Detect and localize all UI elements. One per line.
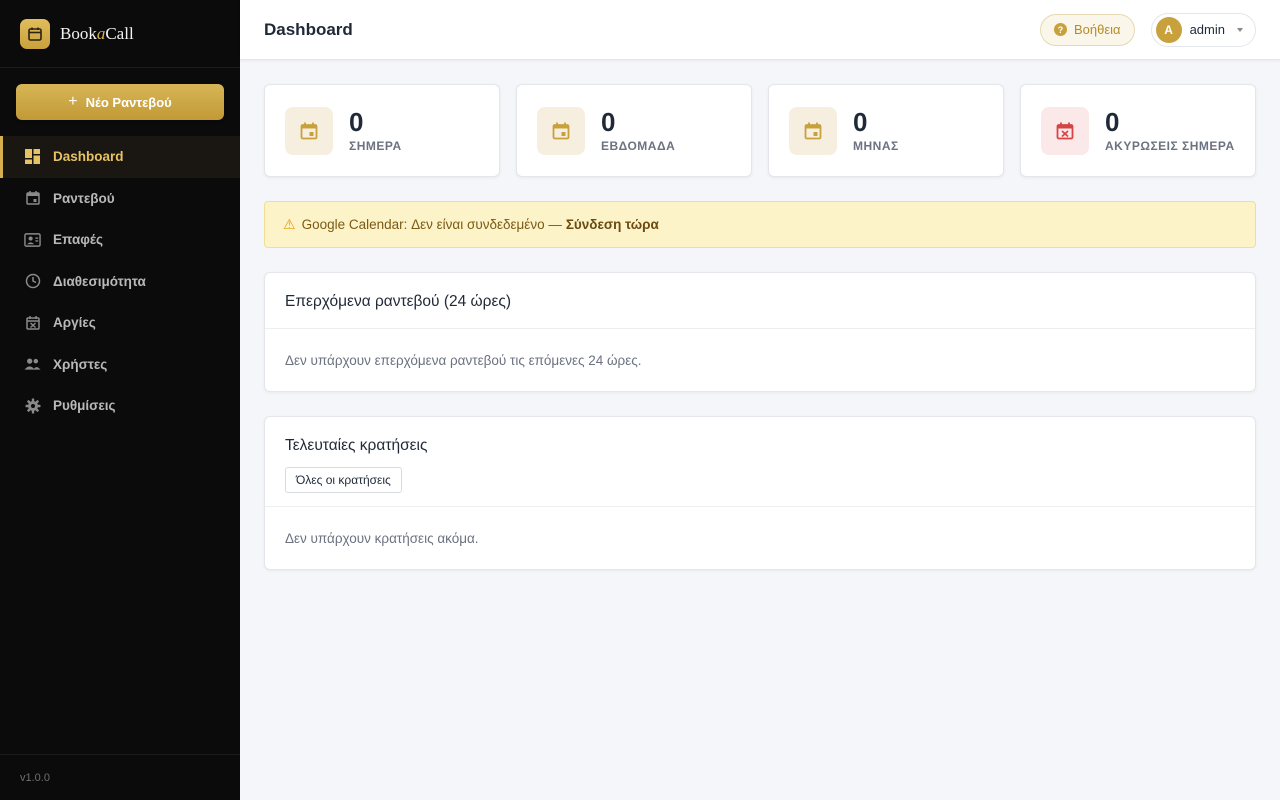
stat-card-today: 0 ΣΗΜΕΡΑ <box>264 84 500 177</box>
stat-card-month: 0 ΜΗΝΑΣ <box>768 84 1004 177</box>
avatar: A <box>1155 16 1182 43</box>
sidebar-item-label: Ρυθμίσεις <box>53 398 116 414</box>
stat-card-cancellations: 0 ΑΚΥΡΩΣΕΙΣ ΣΗΜΕΡΑ <box>1020 84 1256 177</box>
sidebar-item-contacts[interactable]: Επαφές <box>0 219 240 261</box>
brand-name-suffix: Call <box>105 23 134 43</box>
sidebar-item-dashboard[interactable]: Dashboard <box>0 136 240 178</box>
sidebar-item-users[interactable]: Χρήστες <box>0 344 240 386</box>
calendar-icon <box>537 106 585 155</box>
sidebar-item-label: Αργίες <box>53 315 96 331</box>
top-bar: Dashboard ? Βοήθεια A admin <box>240 0 1280 60</box>
brand-logo-icon <box>20 18 50 49</box>
calendar-icon <box>24 190 41 207</box>
sidebar-item-availability[interactable]: Διαθεσιμότητα <box>0 261 240 303</box>
main-area: Dashboard ? Βοήθεια A admin 0 ΣΗΜΕΡΑ 0 Ε… <box>240 0 1280 800</box>
stats-row: 0 ΣΗΜΕΡΑ 0 ΕΒΔΟΜΑΔΑ 0 ΜΗΝΑΣ 0 ΑΚΥΡΩΣΕΙΣ … <box>264 84 1256 177</box>
empty-state-text: Δεν υπάρχουν επερχόμενα ραντεβού τις επό… <box>285 352 642 368</box>
sidebar-item-label: Επαφές <box>53 232 104 248</box>
new-appointment-label: Νέο Ραντεβού <box>85 94 172 110</box>
user-menu-button[interactable]: A admin <box>1150 12 1256 47</box>
help-label: Βοήθεια <box>1074 22 1121 37</box>
panel-title: Τελευταίες κρατήσεις <box>285 437 428 454</box>
stat-value: 0 <box>349 106 364 137</box>
empty-state-text: Δεν υπάρχουν κρατήσεις ακόμα. <box>285 530 479 546</box>
calendar-icon <box>789 106 837 155</box>
stat-label: ΜΗΝΑΣ <box>853 139 899 154</box>
panel-header: Επερχόμενα ραντεβού (24 ώρες) <box>265 273 1255 329</box>
sidebar-item-label: Dashboard <box>53 149 124 165</box>
calendar-warning-alert: ⚠ Google Calendar: Δεν είναι συνδεδεμένο… <box>264 201 1256 248</box>
question-icon: ? <box>1054 23 1068 36</box>
recent-bookings-panel: Τελευταίες κρατήσεις Όλες οι κρατήσεις Δ… <box>264 416 1256 570</box>
brand-name-prefix: Book <box>60 23 97 43</box>
sidebar-item-label: Ραντεβού <box>53 190 115 206</box>
sidebar-item-label: Χρήστες <box>53 356 108 372</box>
clock-icon <box>24 273 41 290</box>
warning-icon: ⚠ <box>283 216 296 232</box>
app-root: BookaCall + Νέο Ραντεβού Dashboard Ραντε… <box>0 0 1280 800</box>
app-version: v1.0.0 <box>0 754 240 800</box>
panel-header: Τελευταίες κρατήσεις Όλες οι κρατήσεις <box>265 417 1255 507</box>
stat-label: ΕΒΔΟΜΑΔΑ <box>601 139 676 154</box>
all-bookings-button[interactable]: Όλες οι κρατήσεις <box>285 467 402 493</box>
users-icon <box>24 356 41 373</box>
user-name: admin <box>1189 22 1225 37</box>
calendar-icon <box>285 106 333 155</box>
calendar-x-icon <box>1041 106 1089 155</box>
brand-name: BookaCall <box>60 24 134 44</box>
stat-card-week: 0 ΕΒΔΟΜΑΔΑ <box>516 84 752 177</box>
stat-value: 0 <box>853 106 868 137</box>
stat-label: ΣΗΜΕΡΑ <box>349 139 402 154</box>
upcoming-appointments-panel: Επερχόμενα ραντεβού (24 ώρες) Δεν υπάρχο… <box>264 272 1256 392</box>
stat-label: ΑΚΥΡΩΣΕΙΣ ΣΗΜΕΡΑ <box>1105 139 1235 154</box>
page-title: Dashboard <box>264 19 353 39</box>
calendar-x-icon <box>24 314 41 331</box>
stat-value: 0 <box>1105 106 1120 137</box>
sidebar-nav: Dashboard Ραντεβού Επαφές Διαθεσιμότητα <box>0 136 240 427</box>
sidebar-item-settings[interactable]: Ρυθμίσεις <box>0 385 240 427</box>
top-bar-actions: ? Βοήθεια A admin <box>1040 12 1256 47</box>
sidebar-item-label: Διαθεσιμότητα <box>53 273 146 289</box>
sidebar-item-holidays[interactable]: Αργίες <box>0 302 240 344</box>
panel-title: Επερχόμενα ραντεβού (24 ώρες) <box>285 293 512 310</box>
connect-now-link[interactable]: Σύνδεση τώρα <box>566 217 659 232</box>
gear-icon <box>24 397 41 414</box>
new-appointment-button[interactable]: + Νέο Ραντεβού <box>16 84 224 120</box>
alert-text: Google Calendar: Δεν είναι συνδεδεμένο — <box>301 217 562 232</box>
stat-value: 0 <box>601 106 616 137</box>
contacts-icon <box>24 231 41 248</box>
plus-icon: + <box>68 93 78 110</box>
dashboard-icon <box>24 148 41 165</box>
dashboard-content: 0 ΣΗΜΕΡΑ 0 ΕΒΔΟΜΑΔΑ 0 ΜΗΝΑΣ 0 ΑΚΥΡΩΣΕΙΣ … <box>240 60 1280 594</box>
sidebar-item-appointments[interactable]: Ραντεβού <box>0 178 240 220</box>
chevron-down-icon <box>1237 27 1243 32</box>
help-button[interactable]: ? Βοήθεια <box>1040 13 1135 46</box>
brand[interactable]: BookaCall <box>0 0 240 68</box>
sidebar: BookaCall + Νέο Ραντεβού Dashboard Ραντε… <box>0 0 240 800</box>
